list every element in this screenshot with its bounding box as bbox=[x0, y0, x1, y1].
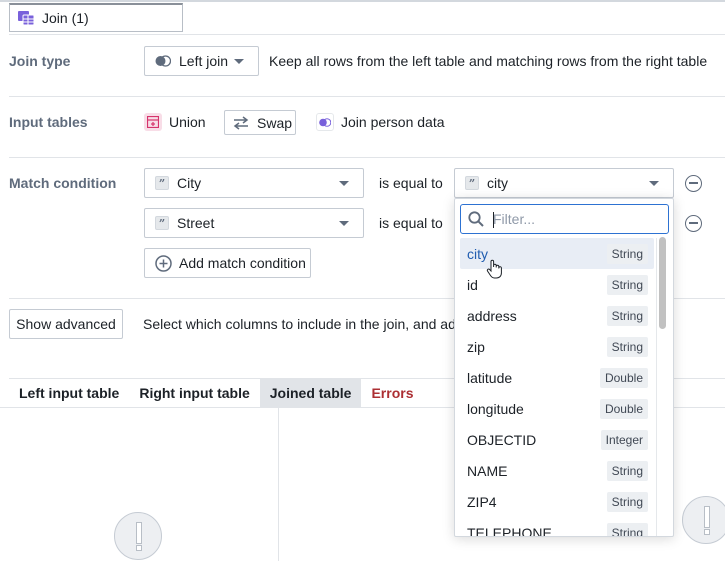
option-telephone[interactable]: TELEPHONE String bbox=[460, 517, 654, 537]
show-advanced-label: Show advanced bbox=[16, 316, 116, 332]
swap-label: Swap bbox=[257, 114, 293, 131]
match-left-value: Street bbox=[177, 215, 215, 231]
node-title-field[interactable]: Join (1) bbox=[9, 3, 183, 32]
option-name: TELEPHONE bbox=[467, 524, 552, 537]
string-type-icon: ” bbox=[155, 176, 169, 190]
preview-tabs: Left input table Right input table Joine… bbox=[9, 379, 423, 407]
type-badge: String bbox=[606, 460, 648, 481]
tab-errors[interactable]: Errors bbox=[361, 379, 423, 407]
left-join-icon bbox=[155, 55, 171, 67]
match-left-select-2[interactable]: ” Street bbox=[144, 208, 364, 238]
filter-input[interactable]: Filter... bbox=[460, 204, 669, 234]
chevron-down-icon bbox=[649, 181, 659, 186]
type-badge: Double bbox=[599, 398, 648, 419]
filter-placeholder: Filter... bbox=[493, 211, 536, 227]
join-type-description: Keep all rows from the left table and ma… bbox=[269, 53, 708, 69]
option-zip4[interactable]: ZIP4 String bbox=[460, 486, 654, 517]
panel-divider bbox=[278, 407, 279, 561]
divider bbox=[9, 96, 725, 97]
option-zip[interactable]: zip String bbox=[460, 331, 654, 362]
option-address[interactable]: address String bbox=[460, 300, 654, 331]
advanced-description: Select which columns to include in the j… bbox=[143, 316, 476, 332]
option-objectid[interactable]: OBJECTID Integer bbox=[460, 424, 654, 455]
match-right-select-1[interactable]: ” city bbox=[454, 168, 674, 198]
chevron-down-icon bbox=[234, 59, 244, 64]
type-badge: Integer bbox=[600, 429, 648, 450]
input-tables-label: Input tables bbox=[9, 114, 88, 130]
column-dropdown-menu: Filter... city String id String address Str… bbox=[454, 198, 674, 537]
node-title-text: Join (1) bbox=[42, 10, 89, 26]
type-badge: Double bbox=[599, 367, 648, 388]
warning-icon bbox=[114, 512, 162, 560]
add-match-condition-label: Add match condition bbox=[179, 255, 306, 271]
string-type-icon: ” bbox=[155, 216, 169, 230]
remove-condition-icon[interactable] bbox=[685, 175, 702, 192]
option-longitude[interactable]: longitude Double bbox=[460, 393, 654, 424]
type-badge: String bbox=[606, 336, 648, 357]
option-name: longitude bbox=[467, 400, 524, 417]
hand-pointer-icon bbox=[486, 259, 502, 279]
match-left-select-1[interactable]: ” City bbox=[144, 168, 364, 198]
match-right-value: city bbox=[487, 175, 508, 191]
type-badge: String bbox=[606, 274, 648, 295]
join-type-value: Left join bbox=[179, 53, 229, 69]
search-icon bbox=[468, 211, 484, 227]
join-type-label: Join type bbox=[9, 53, 71, 69]
divider bbox=[9, 34, 725, 35]
show-advanced-button[interactable]: Show advanced bbox=[9, 309, 123, 339]
option-name: OBJECTID bbox=[467, 431, 537, 448]
join-icon bbox=[316, 113, 334, 131]
option-name: address bbox=[467, 307, 517, 324]
type-badge: String bbox=[606, 305, 648, 326]
warning-icon bbox=[682, 496, 725, 544]
option-latitude[interactable]: latitude Double bbox=[460, 362, 654, 393]
swap-button[interactable]: Swap bbox=[224, 110, 296, 135]
operator-label: is equal to bbox=[379, 175, 443, 191]
add-circle-icon bbox=[155, 254, 172, 272]
option-name: id bbox=[467, 276, 478, 293]
join-type-select[interactable]: Left join bbox=[144, 46, 259, 76]
left-table-name: Union bbox=[169, 114, 206, 130]
add-match-condition-button[interactable]: Add match condition bbox=[144, 248, 311, 278]
chevron-down-icon bbox=[339, 181, 349, 186]
remove-condition-icon[interactable] bbox=[685, 215, 702, 232]
chevron-down-icon bbox=[339, 221, 349, 226]
type-badge: String bbox=[606, 522, 648, 536]
option-name: ZIP4 bbox=[467, 493, 497, 510]
option-name: NAME bbox=[467, 462, 508, 479]
tab-left-input-table[interactable]: Left input table bbox=[9, 379, 129, 407]
right-table-name: Join person data bbox=[341, 114, 445, 130]
option-list: city String id String address String zip Str… bbox=[460, 238, 654, 537]
top-border bbox=[0, 0, 725, 2]
match-condition-label: Match condition bbox=[9, 175, 117, 191]
swap-icon bbox=[233, 115, 249, 130]
match-left-value: City bbox=[177, 175, 202, 191]
option-name: zip bbox=[467, 338, 485, 355]
tab-joined-table[interactable]: Joined table bbox=[259, 379, 362, 407]
type-badge: String bbox=[606, 243, 648, 264]
scrollbar-thumb[interactable] bbox=[659, 237, 666, 329]
option-name: latitude bbox=[467, 369, 513, 386]
text-cursor bbox=[493, 212, 494, 228]
option-name: city bbox=[467, 245, 488, 262]
table-icon bbox=[18, 11, 34, 25]
option-name-col[interactable]: NAME String bbox=[460, 455, 654, 486]
union-icon bbox=[144, 113, 162, 131]
divider bbox=[9, 157, 725, 158]
type-badge: String bbox=[606, 491, 648, 512]
operator-label: is equal to bbox=[379, 215, 443, 231]
string-type-icon: ” bbox=[465, 176, 479, 190]
tab-right-input-table[interactable]: Right input table bbox=[129, 379, 259, 407]
